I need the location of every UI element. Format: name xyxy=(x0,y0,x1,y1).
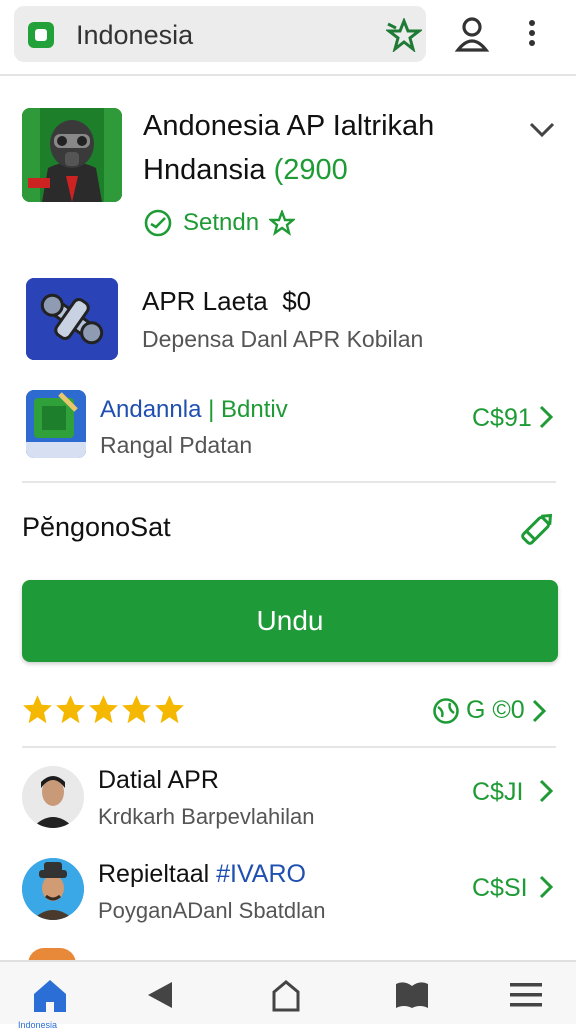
list-item-tag: | Bdntiv xyxy=(208,396,288,423)
featured-app-publisher: Hndansia xyxy=(143,154,266,186)
star-icon xyxy=(23,695,52,724)
list-item-title: Andannla | Bdntiv xyxy=(100,396,288,423)
list-item-subtitle: Krdkarh Barpevlahilan xyxy=(98,804,315,829)
list-item[interactable]: Andannla | Bdntiv Rangal Pdatan C$91 xyxy=(0,386,576,466)
list-item[interactable]: Repieltaal #IVARO PoyganADanl Sbatdlan C… xyxy=(0,856,576,932)
list-item[interactable]: Datial APR Krdkarh Barpevlahilan C$JI xyxy=(0,762,576,838)
search-bar[interactable]: Indonesia xyxy=(14,6,426,62)
globe-icon xyxy=(433,697,459,724)
book-icon[interactable] xyxy=(392,976,432,1014)
chevron-right-icon[interactable] xyxy=(531,698,547,724)
favorite-star-icon[interactable] xyxy=(386,18,422,52)
divider xyxy=(22,746,556,748)
nav-home-label: Indonesia xyxy=(18,1020,58,1030)
chevron-right-icon[interactable] xyxy=(538,874,554,900)
avatar xyxy=(22,766,84,828)
app-icon xyxy=(28,22,54,48)
app-thumbnail xyxy=(26,390,86,458)
star-outline-icon xyxy=(269,210,296,236)
chevron-right-icon[interactable] xyxy=(538,404,554,430)
app-thumbnail xyxy=(26,278,118,360)
list-item-price: $0 xyxy=(282,286,312,316)
menu-icon[interactable] xyxy=(506,976,546,1014)
rating-summary[interactable]: G ©0 xyxy=(432,696,547,725)
list-item-subtitle: PoyganADanl Sbatdlan xyxy=(98,898,326,923)
featured-app-title: Andonesia AP Ialtrikah xyxy=(143,110,435,142)
chevron-right-icon[interactable] xyxy=(538,778,554,804)
back-icon[interactable] xyxy=(140,976,180,1014)
search-query[interactable]: Indonesia xyxy=(76,20,193,51)
list-item-price: C$91 xyxy=(472,404,532,432)
star-icon xyxy=(122,695,151,724)
list-item-price: C$SI xyxy=(472,874,528,902)
star-icon xyxy=(89,695,118,724)
list-item-tag: #IVARO xyxy=(216,860,306,888)
home-outline-icon[interactable] xyxy=(266,976,306,1014)
list-item-subtitle: Rangal Pdatan xyxy=(100,432,253,458)
list-item-title: APR Laeta $0 xyxy=(142,286,312,316)
home-icon[interactable] xyxy=(30,976,70,1014)
account-icon[interactable] xyxy=(454,14,490,54)
rating-value: G ©0 xyxy=(466,696,525,724)
divider xyxy=(22,481,556,483)
check-circle-icon xyxy=(144,209,172,237)
edit-pencil-icon[interactable] xyxy=(516,508,558,550)
top-bar: Indonesia xyxy=(0,0,576,76)
rating-stars xyxy=(22,694,185,728)
featured-app[interactable]: Andonesia AP Ialtrikah Hndansia (2900 Se… xyxy=(0,96,576,246)
badge-label: Setndn xyxy=(183,209,260,236)
star-icon xyxy=(155,695,184,724)
chevron-down-icon[interactable] xyxy=(528,118,556,140)
list-item-subtitle: Depensa Danl APR Kobilan xyxy=(142,326,424,352)
list-item-title: Datial APR xyxy=(98,766,219,794)
section-title: PĕngonoSat xyxy=(22,512,171,542)
featured-app-thumbnail xyxy=(22,108,122,202)
more-vert-icon[interactable] xyxy=(522,14,542,54)
list-item[interactable]: APR Laeta $0 Depensa Danl APR Kobilan xyxy=(0,274,576,364)
avatar xyxy=(22,858,84,920)
featured-app-badge[interactable]: Setndn xyxy=(143,208,296,238)
star-icon xyxy=(56,695,85,724)
list-item-price: C$JI xyxy=(472,778,524,806)
list-item-title: Repieltaal #IVARO xyxy=(98,860,306,888)
featured-app-subtitle: Hndansia (2900 xyxy=(143,154,348,187)
download-button[interactable]: Undu xyxy=(22,580,558,662)
bottom-navigation: Indonesia xyxy=(0,960,576,1030)
featured-app-price: (2900 xyxy=(273,154,348,186)
